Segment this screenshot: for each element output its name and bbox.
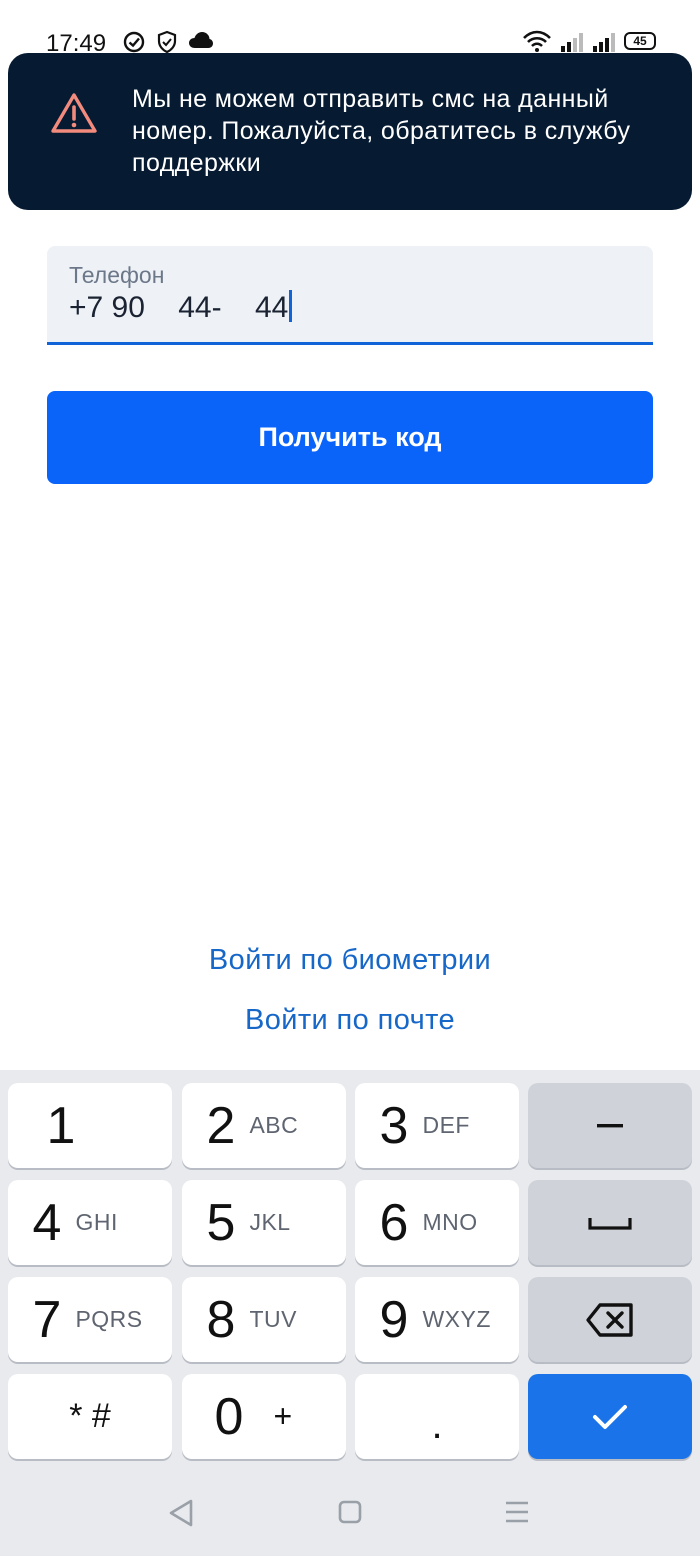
key-1[interactable]: 1 [8,1083,172,1168]
key-main: 2 [206,1096,236,1155]
phone-value-wrapper: +7 90 44- 44 [69,290,293,325]
checkmark-icon [593,1404,627,1429]
key-9[interactable]: 9 WXYZ [355,1277,519,1362]
key-sub: MNO [422,1209,478,1235]
check-circle-icon [123,31,145,53]
email-login-link[interactable]: Войти по почте [0,1004,700,1037]
key-main: . [431,1403,443,1447]
phone-input[interactable]: Телефон +7 90 44- 44 [47,246,653,345]
key-sub: WXYZ [422,1306,491,1332]
key-main: 7 [32,1290,62,1349]
warning-icon [51,93,97,133]
key-sub: DEF [422,1112,470,1138]
key-2[interactable]: 2 ABC [182,1083,346,1168]
status-bar: 17:49 45 [0,0,700,57]
key-5[interactable]: 5 JKL [182,1180,346,1265]
phone-label: Телефон [69,262,165,288]
home-square-icon[interactable] [338,1500,362,1524]
key-main: 5 [206,1193,236,1252]
key-sub: PQRS [75,1306,143,1332]
space-key[interactable] [528,1180,692,1265]
key-main: 4 [32,1193,62,1252]
key-main: 6 [379,1193,409,1252]
key-sub: + [273,1398,293,1434]
key-sub: GHI [75,1209,118,1235]
minus-icon [597,1123,623,1127]
key-dot[interactable]: . [355,1374,519,1459]
key-6[interactable]: 6 MNO [355,1180,519,1265]
key-4[interactable]: 4 GHI [8,1180,172,1265]
battery-icon: 45 [624,32,656,50]
key-7[interactable]: 7 PQRS [8,1277,172,1362]
cloud-icon [189,32,213,48]
key-8[interactable]: 8 TUV [182,1277,346,1362]
menu-lines-icon[interactable] [504,1501,530,1523]
key-main: 1 [46,1096,76,1155]
error-notification: Мы не можем отправить смс на данный номе… [8,53,692,210]
phone-value: +7 90 44- 44 [69,291,289,324]
key-sub: ABC [249,1112,299,1138]
get-code-button[interactable]: Получить код [47,391,653,484]
backspace-key[interactable] [528,1277,692,1362]
text-caret [289,290,293,322]
biometric-login-link[interactable]: Войти по биометрии [0,944,700,977]
back-triangle-icon[interactable] [168,1498,194,1528]
navigation-bar [0,1470,700,1556]
minus-key[interactable] [528,1083,692,1168]
key-3[interactable]: 3 DEF [355,1083,519,1168]
backspace-icon [586,1302,633,1337]
key-main: 3 [379,1096,409,1155]
key-sub: TUV [249,1306,297,1332]
signal-strong-icon [593,33,615,52]
status-icons-left [122,30,214,54]
space-icon [588,1217,632,1230]
key-main: * # [69,1397,111,1435]
numeric-keyboard: 1 2 ABC 3 DEF 4 GHI 5 JKL 6 MNO 7 PQRS 8… [0,1070,700,1470]
status-icons-right: 45 [522,30,656,52]
notification-message: Мы не можем отправить смс на данный номе… [132,85,631,177]
shield-icon [157,30,177,54]
wifi-icon [523,30,551,52]
signal-weak-icon [561,33,583,52]
key-0[interactable]: 0 + [182,1374,346,1459]
key-main: 9 [379,1290,409,1349]
key-main: 0 [214,1387,244,1446]
done-key[interactable] [528,1374,692,1459]
key-star-hash[interactable]: * # [8,1374,172,1459]
key-main: 8 [206,1290,236,1349]
key-sub: JKL [249,1209,291,1235]
